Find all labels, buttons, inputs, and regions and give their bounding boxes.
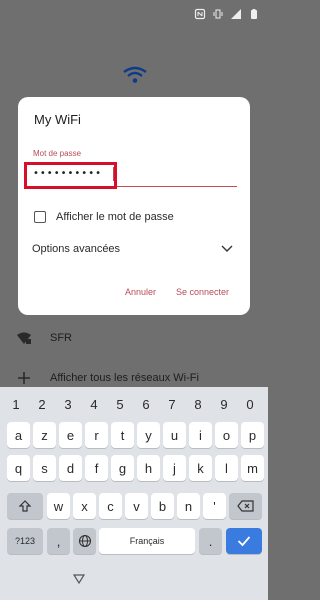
vibrate-icon (213, 9, 223, 19)
shift-key[interactable] (7, 493, 43, 519)
key-k[interactable]: k (189, 455, 212, 481)
key-apostrophe[interactable]: ' (203, 493, 226, 519)
key-1[interactable]: 1 (4, 391, 28, 417)
network-name: SFR (50, 332, 72, 344)
key-q[interactable]: q (7, 455, 30, 481)
enter-key[interactable] (226, 528, 262, 554)
key-9[interactable]: 9 (212, 391, 236, 417)
space-label: Français (129, 536, 165, 546)
show-password-label: Afficher le mot de passe (56, 211, 174, 223)
key-o[interactable]: o (215, 422, 238, 448)
key-8[interactable]: 8 (186, 391, 210, 417)
period-key[interactable]: . (199, 528, 222, 554)
key-p[interactable]: p (241, 422, 264, 448)
show-password-checkbox[interactable] (34, 211, 46, 223)
key-5[interactable]: 5 (108, 391, 132, 417)
key-n[interactable]: n (177, 493, 200, 519)
symbols-label: ?123 (14, 536, 36, 546)
network-row-sfr[interactable]: SFR (0, 324, 268, 352)
key-b[interactable]: b (151, 493, 174, 519)
show-password-toggle[interactable]: Afficher le mot de passe (34, 209, 174, 225)
cancel-button[interactable]: Annuler (125, 287, 156, 297)
key-e[interactable]: e (59, 422, 82, 448)
key-a[interactable]: a (7, 422, 30, 448)
space-key[interactable]: Français (99, 528, 195, 554)
nfc-icon (194, 8, 206, 20)
key-h[interactable]: h (137, 455, 160, 481)
status-bar (0, 0, 268, 28)
advanced-options-label: Options avancées (32, 243, 121, 255)
key-7[interactable]: 7 (160, 391, 184, 417)
key-v[interactable]: v (125, 493, 148, 519)
key-f[interactable]: f (85, 455, 108, 481)
key-3[interactable]: 3 (56, 391, 80, 417)
globe-icon (78, 534, 91, 548)
key-u[interactable]: u (163, 422, 186, 448)
key-g[interactable]: g (111, 455, 134, 481)
wifi-lock-icon (17, 332, 31, 344)
checkmark-icon (237, 536, 251, 547)
key-m[interactable]: m (241, 455, 264, 481)
key-y[interactable]: y (137, 422, 160, 448)
shift-icon (18, 500, 32, 512)
key-4[interactable]: 4 (82, 391, 106, 417)
language-key[interactable] (73, 528, 96, 554)
wifi-password-dialog: My WiFi Mot de passe •••••••••• Afficher… (18, 97, 250, 315)
signal-icon (231, 9, 241, 19)
status-icons (194, 8, 260, 20)
backspace-icon (236, 500, 254, 512)
key-0[interactable]: 0 (238, 391, 262, 417)
key-w[interactable]: w (47, 493, 70, 519)
key-r[interactable]: r (85, 422, 108, 448)
password-label: Mot de passe (33, 149, 82, 158)
key-x[interactable]: x (73, 493, 96, 519)
navigation-bar (0, 566, 268, 600)
key-s[interactable]: s (33, 455, 56, 481)
backspace-key[interactable] (229, 493, 262, 519)
plus-icon (18, 372, 30, 384)
back-arrow-icon[interactable] (73, 573, 85, 585)
key-t[interactable]: t (111, 422, 134, 448)
dialog-title: My WiFi (34, 112, 81, 127)
battery-icon (251, 9, 257, 19)
chevron-down-icon (221, 245, 233, 252)
connect-button[interactable]: Se connecter (176, 287, 229, 297)
key-6[interactable]: 6 (134, 391, 158, 417)
key-i[interactable]: i (189, 422, 212, 448)
symbols-key[interactable]: ?123 (7, 528, 43, 554)
highlight-box (24, 162, 117, 189)
show-all-networks-label: Afficher tous les réseaux Wi-Fi (50, 372, 199, 384)
key-j[interactable]: j (163, 455, 186, 481)
advanced-options[interactable]: Options avancées (32, 241, 236, 259)
key-z[interactable]: z (33, 422, 56, 448)
key-d[interactable]: d (59, 455, 82, 481)
key-c[interactable]: c (99, 493, 122, 519)
key-l[interactable]: l (215, 455, 238, 481)
key-2[interactable]: 2 (30, 391, 54, 417)
wifi-icon (123, 66, 147, 83)
comma-key[interactable]: , (47, 528, 70, 554)
